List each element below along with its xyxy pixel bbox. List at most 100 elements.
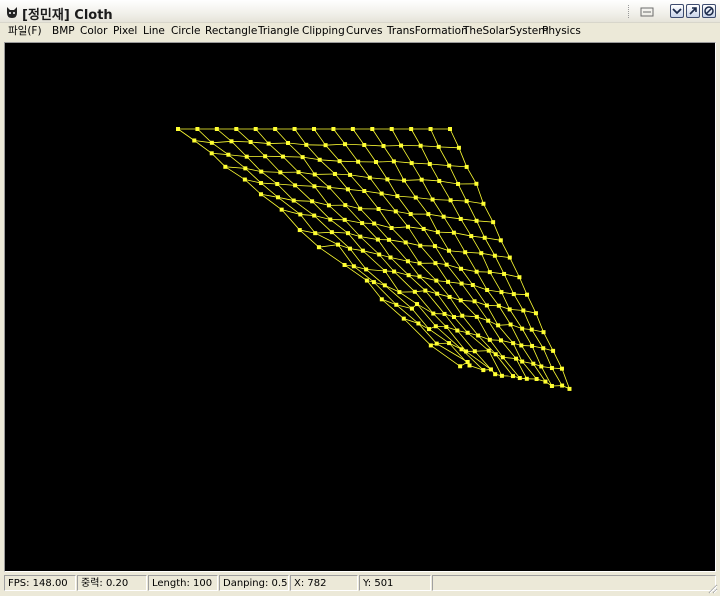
cloth-particle[interactable] bbox=[312, 213, 317, 218]
cloth-particle[interactable] bbox=[470, 283, 475, 288]
cloth-particle[interactable] bbox=[358, 234, 363, 239]
cloth-particle[interactable] bbox=[446, 248, 451, 253]
cloth-mesh[interactable] bbox=[5, 43, 715, 571]
cloth-particle[interactable] bbox=[459, 281, 464, 286]
cloth-particle[interactable] bbox=[418, 143, 423, 148]
cloth-particle[interactable] bbox=[278, 170, 283, 175]
cloth-particle[interactable] bbox=[234, 127, 239, 131]
cloth-particle[interactable] bbox=[379, 297, 384, 302]
cloth-particle[interactable] bbox=[560, 383, 565, 388]
cloth-particle[interactable] bbox=[242, 177, 247, 182]
cloth-particle[interactable] bbox=[472, 349, 477, 354]
cloth-particle[interactable] bbox=[426, 212, 431, 217]
cloth-particle[interactable] bbox=[502, 271, 507, 276]
window-handle-icon[interactable] bbox=[640, 7, 654, 17]
cloth-particle[interactable] bbox=[332, 171, 337, 176]
cloth-particle[interactable] bbox=[393, 209, 398, 214]
cloth-particle[interactable] bbox=[343, 203, 348, 208]
cloth-particle[interactable] bbox=[329, 230, 334, 235]
cloth-particle[interactable] bbox=[441, 214, 446, 219]
cloth-particle[interactable] bbox=[451, 230, 456, 235]
cloth-particle[interactable] bbox=[507, 307, 512, 312]
cloth-particle[interactable] bbox=[376, 206, 381, 211]
cloth-particle[interactable] bbox=[360, 248, 365, 253]
cloth-particle[interactable] bbox=[327, 185, 332, 190]
cloth-particle[interactable] bbox=[382, 268, 387, 273]
cloth-particle[interactable] bbox=[474, 181, 479, 186]
cloth-particle[interactable] bbox=[388, 255, 393, 260]
cloth-particle[interactable] bbox=[451, 315, 456, 320]
cloth-particle[interactable] bbox=[402, 178, 407, 183]
cloth-particle[interactable] bbox=[371, 280, 376, 285]
cloth-particle[interactable] bbox=[492, 253, 497, 258]
cloth-particle[interactable] bbox=[310, 199, 315, 204]
cloth-particle[interactable] bbox=[317, 157, 322, 162]
cloth-particle[interactable] bbox=[488, 367, 493, 372]
cloth-particle[interactable] bbox=[448, 127, 452, 131]
cloth-particle[interactable] bbox=[487, 337, 492, 342]
cloth-particle[interactable] bbox=[549, 366, 554, 371]
cloth-particle[interactable] bbox=[273, 127, 278, 131]
cloth-particle[interactable] bbox=[442, 311, 447, 316]
menu-transformation[interactable]: TransFormation bbox=[387, 24, 468, 39]
cloth-particle[interactable] bbox=[423, 288, 428, 293]
cloth-particle[interactable] bbox=[364, 267, 369, 272]
cloth-particle[interactable] bbox=[312, 127, 316, 131]
cloth-particle[interactable] bbox=[312, 172, 317, 177]
cloth-particle[interactable] bbox=[385, 177, 390, 182]
cloth-particle[interactable] bbox=[465, 330, 470, 335]
cloth-particle[interactable] bbox=[226, 152, 231, 157]
cloth-particle[interactable] bbox=[481, 368, 486, 373]
cloth-particle[interactable] bbox=[413, 195, 418, 200]
cloth-particle[interactable] bbox=[458, 364, 463, 369]
cloth-particle[interactable] bbox=[351, 264, 356, 269]
cloth-particle[interactable] bbox=[511, 341, 516, 346]
menu-rectangle[interactable]: Rectangle bbox=[205, 24, 257, 39]
cloth-particle[interactable] bbox=[356, 159, 361, 164]
cloth-particle[interactable] bbox=[539, 364, 544, 369]
cloth-particle[interactable] bbox=[469, 234, 474, 239]
cloth-particle[interactable] bbox=[447, 294, 452, 299]
resize-grip-icon[interactable] bbox=[706, 582, 718, 594]
cloth-particle[interactable] bbox=[433, 261, 438, 266]
cloth-particle[interactable] bbox=[313, 231, 318, 236]
cloth-particle[interactable] bbox=[491, 220, 496, 225]
cloth-particle[interactable] bbox=[343, 142, 348, 147]
menu-circle[interactable]: Circle bbox=[171, 24, 201, 39]
cloth-particle[interactable] bbox=[392, 269, 397, 274]
cloth-particle[interactable] bbox=[381, 143, 386, 148]
cloth-particle[interactable] bbox=[474, 269, 479, 274]
cloth-particle[interactable] bbox=[259, 181, 264, 186]
cloth-particle[interactable] bbox=[345, 187, 350, 192]
menu-physics[interactable]: Physics bbox=[542, 24, 581, 39]
cloth-particle[interactable] bbox=[342, 262, 347, 267]
cloth-particle[interactable] bbox=[463, 250, 468, 255]
cloth-particle[interactable] bbox=[485, 287, 490, 292]
cloth-particle[interactable] bbox=[498, 338, 503, 343]
cloth-particle[interactable] bbox=[499, 373, 504, 378]
cloth-particle[interactable] bbox=[362, 142, 367, 147]
cloth-particle[interactable] bbox=[244, 154, 249, 159]
menu-line[interactable]: Line bbox=[143, 24, 165, 39]
cloth-particle[interactable] bbox=[286, 141, 291, 146]
cloth-particle[interactable] bbox=[326, 203, 331, 208]
cloth-particle[interactable] bbox=[493, 352, 498, 357]
cloth-particle[interactable] bbox=[375, 237, 380, 242]
cloth-particle[interactable] bbox=[405, 224, 410, 229]
cloth-particle[interactable] bbox=[519, 343, 524, 348]
cloth-particle[interactable] bbox=[408, 212, 413, 217]
cloth-particle[interactable] bbox=[455, 328, 460, 333]
cloth-particle[interactable] bbox=[448, 198, 453, 203]
cloth-particle[interactable] bbox=[229, 139, 234, 144]
cloth-particle[interactable] bbox=[331, 127, 336, 131]
minimize-button[interactable] bbox=[670, 4, 684, 18]
cloth-particle[interactable] bbox=[275, 182, 280, 187]
cloth-particle[interactable] bbox=[417, 261, 422, 266]
cloth-particle[interactable] bbox=[460, 313, 465, 318]
cloth-particle[interactable] bbox=[372, 221, 377, 226]
cloth-particle[interactable] bbox=[346, 231, 351, 236]
cloth-particle[interactable] bbox=[517, 376, 522, 381]
cloth-particle[interactable] bbox=[348, 172, 353, 177]
cloth-particle[interactable] bbox=[367, 175, 372, 180]
cloth-particle[interactable] bbox=[446, 279, 451, 284]
